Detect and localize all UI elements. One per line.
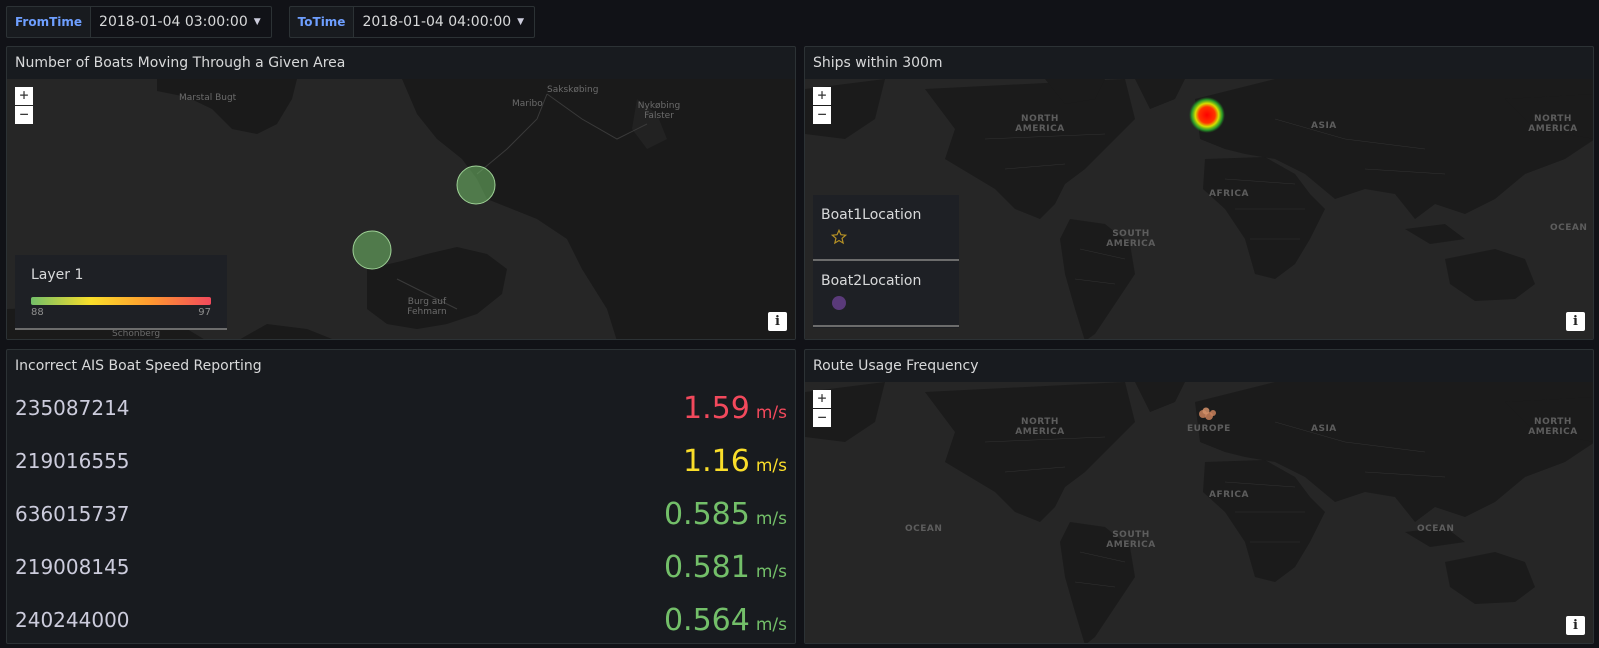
stat-row: 219008145 0.581 m/s — [15, 541, 787, 593]
stat-value: 1.16 — [683, 443, 750, 479]
panel-boats-area: Number of Boats Moving Through a Given A… — [6, 46, 796, 340]
stat-value: 0.585 — [663, 496, 750, 532]
map-label: AFRICA — [1209, 189, 1249, 199]
map-label: SOUTH AMERICA — [1106, 530, 1156, 550]
map-info-button[interactable]: i — [768, 312, 787, 331]
place-label: Nykøbing Falster — [637, 101, 681, 121]
legend-item-label: Boat2Location — [821, 273, 922, 289]
place-label: Burg auf Fehmarn — [407, 297, 447, 317]
place-label: Sakskøbing — [547, 85, 599, 95]
zoom-in-button[interactable]: + — [15, 87, 33, 105]
map-label: OCEAN — [1417, 524, 1455, 534]
geomap-ships[interactable]: NORTH AMERICA ASIA NORTH AMERICA AFRICA … — [805, 79, 1593, 339]
stat-name: 235087214 — [15, 396, 130, 420]
map-label: EUROPE — [1187, 424, 1231, 434]
map-label: ASIA — [1311, 121, 1337, 131]
zoom-out-button[interactable]: − — [813, 409, 831, 427]
map-label: NORTH AMERICA — [1015, 114, 1065, 134]
panel-title: Incorrect AIS Boat Speed Reporting — [15, 358, 262, 374]
stat-value: 0.564 — [663, 602, 750, 638]
world-map-svg — [805, 382, 1593, 643]
zoom-in-button[interactable]: + — [813, 87, 831, 105]
stat-name: 219016555 — [15, 449, 130, 473]
scale-min-label: 88 — [31, 307, 44, 318]
to-time-label: ToTime — [288, 6, 355, 38]
map-legend: Boat1Location Boat2Location — [813, 195, 959, 328]
zoom-control: + − — [813, 390, 831, 427]
stat-row: 636015737 0.585 m/s — [15, 488, 787, 540]
star-icon — [831, 229, 951, 245]
zoom-control: + − — [813, 87, 831, 124]
stat-row: 219016555 1.16 m/s — [15, 435, 787, 487]
stat-name: 219008145 — [15, 555, 130, 579]
zoom-control: + − — [15, 87, 33, 124]
map-label: NORTH AMERICA — [1528, 114, 1578, 134]
from-time-value: 2018-01-04 03:00:00 — [99, 14, 248, 30]
from-time-select[interactable]: 2018-01-04 03:00:00 ▼ — [91, 6, 272, 38]
place-label: Schönberg — [112, 329, 161, 339]
map-label: OCEAN — [1550, 223, 1588, 233]
stat-unit: m/s — [755, 614, 787, 635]
map-info-button[interactable]: i — [1566, 312, 1585, 331]
panel-title: Number of Boats Moving Through a Given A… — [15, 55, 346, 71]
circle-icon — [831, 295, 951, 311]
place-label: Maribo — [512, 99, 543, 109]
legend-title: Layer 1 — [31, 267, 84, 283]
stat-unit: m/s — [755, 508, 787, 529]
stat-value: 0.581 — [663, 549, 750, 585]
stat-value: 1.59 — [683, 390, 750, 426]
zoom-out-button[interactable]: − — [15, 106, 33, 124]
map-label: SOUTH AMERICA — [1106, 229, 1156, 249]
map-label: ASIA — [1311, 424, 1337, 434]
panel-title: Ships within 300m — [813, 55, 943, 71]
map-info-button[interactable]: i — [1566, 616, 1585, 635]
stat-name: 240244000 — [15, 608, 130, 632]
stat-unit: m/s — [755, 561, 787, 582]
panel-ships-300m: Ships within 300m NORTH AMERICA ASIA NOR… — [804, 46, 1594, 340]
variable-bar: FromTime 2018-01-04 03:00:00 ▼ ToTime 20… — [6, 6, 536, 38]
legend-item-boat1: Boat1Location — [813, 195, 959, 261]
zoom-in-button[interactable]: + — [813, 390, 831, 408]
zoom-out-button[interactable]: − — [813, 106, 831, 124]
chevron-down-icon: ▼ — [253, 17, 261, 27]
place-label: Marstal Bugt — [179, 93, 237, 103]
map-label: NORTH AMERICA — [1528, 417, 1578, 437]
stat-unit: m/s — [755, 455, 787, 476]
panel-route-usage: Route Usage Frequency NORTH AMERICA ASIA… — [804, 349, 1594, 644]
map-label: OCEAN — [905, 524, 943, 534]
legend-item-label: Boat1Location — [821, 207, 922, 223]
from-time-label: FromTime — [6, 6, 92, 38]
stat-row: 240244000 0.564 m/s — [15, 594, 787, 643]
map-label: NORTH AMERICA — [1015, 417, 1065, 437]
stat-row: 235087214 1.59 m/s — [15, 382, 787, 434]
to-time-value: 2018-01-04 04:00:00 — [362, 14, 512, 30]
geomap-boats-area[interactable]: Marstal Bugt Maribo Sakskøbing Nykøbing … — [7, 79, 795, 339]
stat-unit: m/s — [755, 402, 787, 423]
map-legend: Layer 1 88 97 — [15, 255, 227, 330]
color-scale-bar — [31, 297, 211, 305]
scale-max-label: 97 — [198, 307, 211, 318]
to-time-select[interactable]: 2018-01-04 04:00:00 ▼ — [354, 6, 536, 38]
stat-name: 636015737 — [15, 502, 130, 526]
panel-boat-speed: Incorrect AIS Boat Speed Reporting 23508… — [6, 349, 796, 644]
map-label: AFRICA — [1209, 490, 1249, 500]
geomap-route-usage[interactable]: NORTH AMERICA ASIA EUROPE NORTH AMERICA … — [805, 382, 1593, 643]
chevron-down-icon: ▼ — [517, 17, 525, 27]
panel-title: Route Usage Frequency — [813, 358, 979, 374]
legend-item-boat2: Boat2Location — [813, 261, 959, 327]
